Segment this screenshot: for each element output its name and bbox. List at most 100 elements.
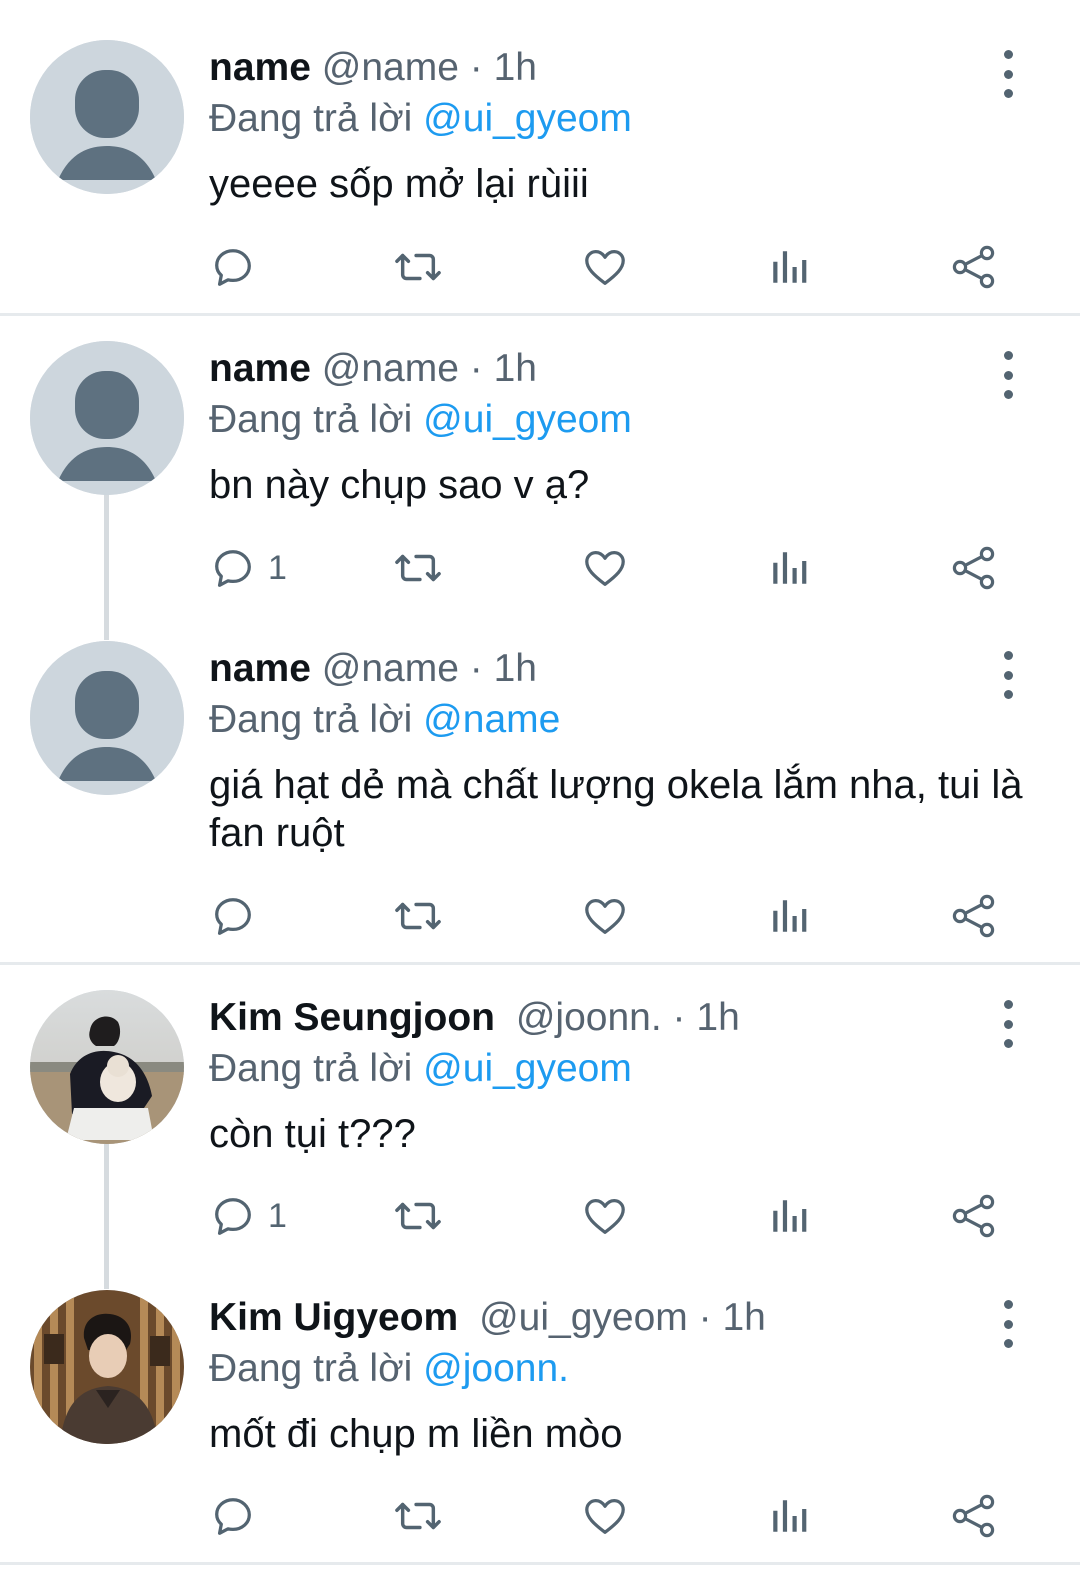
analytics-icon <box>773 1500 807 1532</box>
author-handle[interactable]: @joonn. <box>516 996 662 1039</box>
avatar[interactable] <box>30 341 184 495</box>
retweet-button[interactable] <box>392 1191 444 1241</box>
retweet-icon <box>395 1202 441 1230</box>
like-button[interactable] <box>582 891 628 941</box>
tweet-text: mốt đi chụp m liền mòo <box>209 1412 623 1456</box>
separator-dot: · <box>672 996 686 1039</box>
author-name[interactable]: name <box>209 347 311 390</box>
views-button[interactable] <box>768 1191 810 1241</box>
author-name[interactable]: name <box>209 46 311 89</box>
like-button[interactable] <box>582 1191 628 1241</box>
replying-to: Đang trả lời @ui_gyeom <box>209 97 632 141</box>
default-avatar-icon <box>30 641 184 795</box>
heart-icon <box>585 1499 625 1534</box>
views-button[interactable] <box>768 242 810 292</box>
replying-to-label: Đang trả lời <box>209 398 413 441</box>
retweet-icon <box>395 1502 441 1530</box>
more-options-icon[interactable] <box>990 1296 1026 1352</box>
analytics-icon <box>773 900 807 932</box>
retweet-icon <box>395 253 441 281</box>
retweet-icon <box>395 902 441 930</box>
share-icon <box>952 894 995 938</box>
reply-icon <box>215 550 251 587</box>
tweet-header: Kim Seungjoon @joonn. · 1h <box>209 996 740 1040</box>
replying-to-label: Đang trả lời <box>209 1047 413 1090</box>
heart-icon <box>585 250 625 285</box>
views-button[interactable] <box>768 543 810 593</box>
replying-to: Đang trả lời @name <box>209 698 560 742</box>
more-options-icon[interactable] <box>990 647 1026 703</box>
author-name[interactable]: name <box>209 647 311 690</box>
replying-to-mention[interactable]: @name <box>423 698 560 741</box>
reply-icon <box>215 898 251 935</box>
default-avatar-icon <box>30 40 184 194</box>
share-icon <box>952 1494 995 1538</box>
more-options-icon[interactable] <box>990 996 1026 1052</box>
photo-avatar-icon <box>30 990 184 1144</box>
divider <box>0 1562 1080 1565</box>
tweet-header: Kim Uigyeom @ui_gyeom · 1h <box>209 1296 766 1340</box>
heart-icon <box>585 1199 625 1234</box>
views-button[interactable] <box>768 1491 810 1541</box>
tweet-actions <box>0 891 1080 941</box>
retweet-button[interactable] <box>392 1491 444 1541</box>
share-icon <box>952 546 995 590</box>
more-options-icon[interactable] <box>990 347 1026 403</box>
like-button[interactable] <box>582 543 628 593</box>
timestamp[interactable]: 1h <box>494 46 537 89</box>
replying-to-mention[interactable]: @ui_gyeom <box>423 97 632 140</box>
reply-button[interactable]: 1 <box>210 1191 287 1241</box>
replying-to-label: Đang trả lời <box>209 698 413 741</box>
timestamp[interactable]: 1h <box>494 347 537 390</box>
replying-to-mention[interactable]: @ui_gyeom <box>423 1047 632 1090</box>
retweet-button[interactable] <box>392 891 444 941</box>
timestamp[interactable]: 1h <box>494 647 537 690</box>
retweet-button[interactable] <box>392 543 444 593</box>
tweet-actions: 1 <box>0 543 1080 593</box>
share-icon <box>952 245 995 289</box>
author-name[interactable]: Kim Uigyeom <box>209 1296 458 1339</box>
share-button[interactable] <box>950 543 998 593</box>
author-handle[interactable]: @name <box>322 46 459 89</box>
reply-icon <box>215 1498 251 1535</box>
avatar[interactable] <box>30 40 184 194</box>
reply-icon <box>215 1198 251 1235</box>
separator-dot: · <box>469 647 483 690</box>
separator-dot: · <box>469 347 483 390</box>
like-button[interactable] <box>582 242 628 292</box>
reply-button[interactable] <box>210 242 268 292</box>
reply-button[interactable]: 1 <box>210 543 287 593</box>
like-button[interactable] <box>582 1491 628 1541</box>
more-options-icon[interactable] <box>990 46 1026 102</box>
reply-button[interactable] <box>210 1491 268 1541</box>
author-name[interactable]: Kim Seungjoon <box>209 996 495 1039</box>
timestamp[interactable]: 1h <box>722 1296 765 1339</box>
replying-to-mention[interactable]: @joonn. <box>423 1347 569 1390</box>
avatar[interactable] <box>30 990 184 1144</box>
reply-button[interactable] <box>210 891 268 941</box>
heart-icon <box>585 899 625 934</box>
retweet-icon <box>395 554 441 582</box>
photo-avatar-icon <box>30 1290 184 1444</box>
author-handle[interactable]: @ui_gyeom <box>479 1296 688 1339</box>
divider <box>0 313 1080 316</box>
reply-count: 1 <box>268 548 287 587</box>
share-button[interactable] <box>950 242 998 292</box>
views-button[interactable] <box>768 891 810 941</box>
share-button[interactable] <box>950 1491 998 1541</box>
tweet-text: còn tụi t??? <box>209 1112 416 1156</box>
replying-to-label: Đang trả lời <box>209 97 413 140</box>
author-handle[interactable]: @name <box>322 347 459 390</box>
avatar[interactable] <box>30 641 184 795</box>
divider <box>0 962 1080 965</box>
avatar[interactable] <box>30 1290 184 1444</box>
share-button[interactable] <box>950 1191 998 1241</box>
retweet-button[interactable] <box>392 242 444 292</box>
replying-to: Đang trả lời @ui_gyeom <box>209 1047 632 1091</box>
timestamp[interactable]: 1h <box>696 996 739 1039</box>
replying-to-mention[interactable]: @ui_gyeom <box>423 398 632 441</box>
analytics-icon <box>773 251 807 283</box>
author-handle[interactable]: @name <box>322 647 459 690</box>
analytics-icon <box>773 1200 807 1232</box>
share-button[interactable] <box>950 891 998 941</box>
